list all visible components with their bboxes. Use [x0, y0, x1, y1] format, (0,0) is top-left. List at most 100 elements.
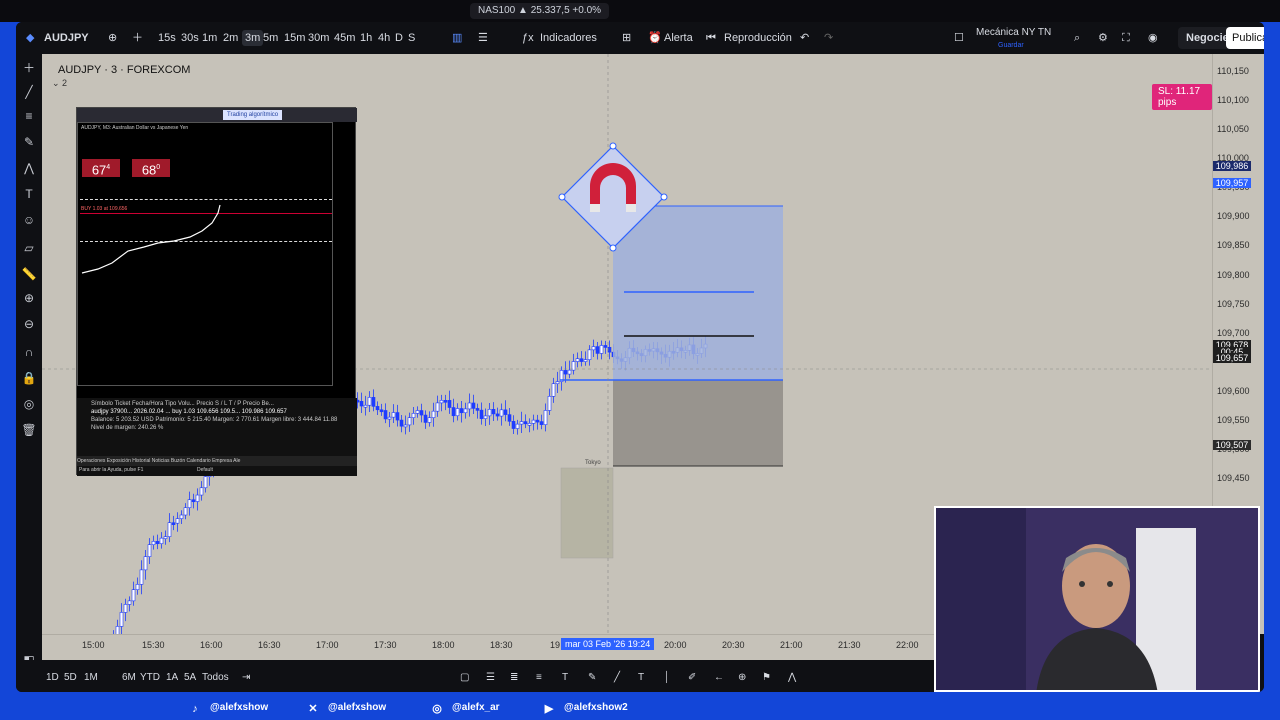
replay-icon[interactable]: ⏮: [706, 30, 716, 46]
candle: [115, 626, 120, 634]
candle: [523, 421, 528, 425]
candle: [379, 409, 384, 413]
candle: [487, 409, 492, 417]
session-box[interactable]: [560, 467, 614, 559]
timeframe-15s[interactable]: 15s: [158, 30, 176, 46]
social-tiktok[interactable]: ♪ @alefxshow: [188, 702, 268, 715]
candle: [607, 346, 612, 353]
range-1d[interactable]: 1D: [46, 670, 59, 686]
templates-icon[interactable]: ⊞: [622, 30, 631, 46]
arrow-tool-icon[interactable]: ←: [714, 670, 724, 686]
text-tool-icon[interactable]: T: [562, 670, 568, 686]
timeframe-D[interactable]: D: [395, 30, 403, 46]
hline-tool-icon[interactable]: ≣: [510, 670, 518, 686]
alert-button[interactable]: Alerta: [664, 30, 693, 46]
candle: [127, 600, 132, 605]
emoji-icon[interactable]: ☺: [21, 212, 37, 228]
pencil-tool-icon[interactable]: ✐: [688, 670, 696, 686]
algo-trading-button[interactable]: Trading algorítmico: [223, 110, 283, 120]
target-zone[interactable]: [613, 206, 783, 380]
pen-tool-icon[interactable]: ╱: [614, 670, 620, 686]
social-x[interactable]: ✕ @alefxshow: [306, 702, 386, 715]
font-tool-icon[interactable]: T: [638, 670, 644, 686]
range-1a[interactable]: 1A: [166, 670, 178, 686]
timeframe-1m[interactable]: 1m: [202, 30, 217, 46]
alert-icon[interactable]: ⏰: [648, 30, 662, 46]
eye-icon[interactable]: ◎: [21, 396, 37, 412]
lock-icon[interactable]: 🔒: [21, 370, 37, 386]
flag-tool-icon[interactable]: ⚑: [762, 670, 771, 686]
camera-icon[interactable]: ◉: [1148, 30, 1158, 46]
trend-line-icon[interactable]: ╱: [21, 84, 37, 100]
magnet-icon[interactable]: ∩: [21, 344, 37, 360]
timeframe-45m[interactable]: 45m: [334, 30, 355, 46]
undo-icon[interactable]: ↶: [800, 30, 809, 46]
metatrader-window[interactable]: Trading algorítmico AUDJPY, M3: Australi…: [76, 107, 357, 476]
target-tool-icon[interactable]: ⊕: [738, 670, 746, 686]
time-label: 21:00: [780, 640, 803, 650]
brush-tool-icon[interactable]: ✎: [588, 670, 596, 686]
range-6m[interactable]: 6M: [122, 670, 136, 686]
zoom-out-icon[interactable]: ⊖: [21, 316, 37, 332]
layout-checkbox-icon[interactable]: ☐: [954, 30, 964, 46]
compare-icon[interactable]: ⊕: [108, 30, 117, 46]
timeframe-4h[interactable]: 4h: [378, 30, 390, 46]
timeframe-1h[interactable]: 1h: [360, 30, 372, 46]
range-ytd[interactable]: YTD: [140, 670, 160, 686]
candle: [407, 417, 412, 426]
settings-icon[interactable]: ⚙: [1098, 30, 1108, 46]
browser-tab[interactable]: NAS100 ▲ 25.337,5 +0.0%: [470, 3, 610, 19]
fullscreen-icon[interactable]: ⛶: [1122, 30, 1130, 46]
chart-type-icon[interactable]: ☰: [478, 30, 488, 46]
social-instagram[interactable]: ◎ @alefx_ar: [430, 702, 499, 715]
crosshair-icon[interactable]: ＋: [21, 60, 37, 76]
timeframe-30s[interactable]: 30s: [181, 30, 199, 46]
text-icon[interactable]: T: [21, 186, 37, 202]
measure-icon[interactable]: ▱: [21, 240, 37, 256]
price-label: 109,600: [1217, 385, 1250, 396]
tradingview-logo-icon[interactable]: ◆: [26, 30, 40, 46]
zoom-in-icon[interactable]: ⊕: [21, 290, 37, 306]
range-1m[interactable]: 1M: [84, 670, 98, 686]
stop-zone[interactable]: [613, 380, 783, 466]
fib-icon[interactable]: ≡: [21, 108, 37, 124]
symbol-search[interactable]: AUDJPY: [44, 30, 89, 46]
path-tool-icon[interactable]: ⋀: [788, 670, 796, 686]
mt-terminal-tabs[interactable]: Operaciones Exposición Historial Noticia…: [77, 456, 357, 466]
indicators-button[interactable]: Indicadores: [540, 30, 597, 46]
range-5d[interactable]: 5D: [64, 670, 77, 686]
candle: [495, 413, 500, 417]
brush-icon[interactable]: ✎: [21, 134, 37, 150]
trash-icon[interactable]: 🗑: [21, 422, 37, 438]
timeframe-30m[interactable]: 30m: [308, 30, 329, 46]
add-symbol-icon[interactable]: ＋: [132, 30, 143, 46]
range-todos[interactable]: Todos: [202, 670, 229, 686]
candle: [155, 541, 160, 544]
time-label: 17:00: [316, 640, 339, 650]
redo-icon[interactable]: ↷: [824, 30, 833, 46]
timeframe-5m[interactable]: 5m: [263, 30, 278, 46]
bar-style-icon[interactable]: ▥: [452, 30, 462, 46]
rectangle-tool-icon[interactable]: ▢: [460, 670, 469, 686]
timeframe-3m[interactable]: 3m: [242, 30, 264, 46]
replay-button[interactable]: Reproducción: [724, 30, 792, 46]
candle: [539, 421, 544, 425]
candle: [591, 346, 596, 351]
social-youtube[interactable]: ▶ @alefxshow2: [542, 702, 628, 715]
fib-tool-icon[interactable]: ≡: [536, 670, 542, 686]
lines-tool-icon[interactable]: ☰: [486, 670, 495, 686]
indicators-icon[interactable]: ƒx: [522, 30, 534, 46]
vline-tool-icon[interactable]: │: [664, 670, 670, 686]
range-5a[interactable]: 5A: [184, 670, 196, 686]
mt-chart-pane[interactable]: AUDJPY, M3: Australian Dollar vs Japanes…: [77, 122, 333, 386]
price-tag: 109,657: [1213, 352, 1251, 363]
search-icon[interactable]: ⌕: [1074, 30, 1080, 46]
timeframe-15m[interactable]: 15m: [284, 30, 305, 46]
publish-button[interactable]: Publica: [1226, 27, 1264, 49]
layout-save-label[interactable]: Guardar: [998, 38, 1024, 54]
date-range-icon[interactable]: ⇥: [242, 670, 250, 686]
pattern-icon[interactable]: ⋀: [21, 160, 37, 176]
timeframe-2m[interactable]: 2m: [223, 30, 238, 46]
ruler-icon[interactable]: 📏: [21, 266, 37, 282]
timeframe-S[interactable]: S: [408, 30, 415, 46]
